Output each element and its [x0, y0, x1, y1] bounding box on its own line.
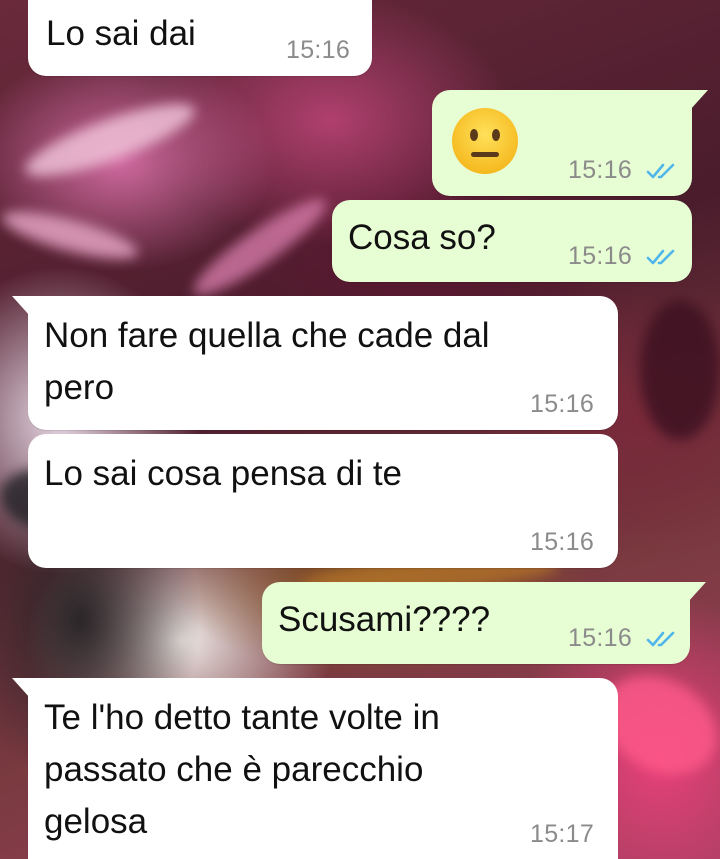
message-bubble-outgoing[interactable]: Cosa so? 15:16: [332, 200, 692, 282]
double-check-icon: [646, 163, 675, 179]
neutral-face-emoji-icon: [452, 108, 518, 174]
message-text: Cosa so?: [348, 218, 496, 257]
message-bubble-outgoing[interactable]: Scusami???? 15:16: [262, 582, 690, 664]
message-bubble-outgoing[interactable]: 15:16: [432, 90, 692, 196]
bubble-tail: [12, 678, 30, 698]
message-bubble-incoming[interactable]: Te l'ho detto tante volte in passato che…: [28, 678, 618, 859]
message-timestamp: 15:16: [568, 156, 633, 184]
message-timestamp: 15:16: [286, 36, 351, 64]
message-text: Te l'ho detto tante volte in passato che…: [44, 698, 440, 841]
message-bubble-incoming[interactable]: Lo sai cosa pensa di te 15:16: [28, 434, 618, 568]
bubble-tail: [690, 90, 708, 110]
message-timestamp: 15:16: [530, 528, 595, 556]
double-check-icon: [646, 631, 675, 647]
bubble-tail: [688, 582, 706, 602]
message-text: Lo sai cosa pensa di te: [44, 454, 403, 493]
message-timestamp: 15:16: [568, 242, 633, 270]
message-bubble-incoming[interactable]: Lo sai dai 15:16: [28, 0, 372, 76]
message-bubble-incoming[interactable]: Non fare quella che cade dal pero 15:16: [28, 296, 618, 430]
message-timestamp: 15:16: [568, 624, 633, 652]
message-timestamp: 15:16: [530, 390, 595, 418]
bubble-tail: [12, 296, 30, 316]
message-text: Lo sai dai: [46, 14, 196, 53]
message-text: Non fare quella che cade dal pero: [44, 316, 490, 407]
message-timestamp: 15:17: [530, 820, 595, 848]
double-check-icon: [646, 249, 675, 265]
message-text: Scusami????: [278, 600, 491, 639]
